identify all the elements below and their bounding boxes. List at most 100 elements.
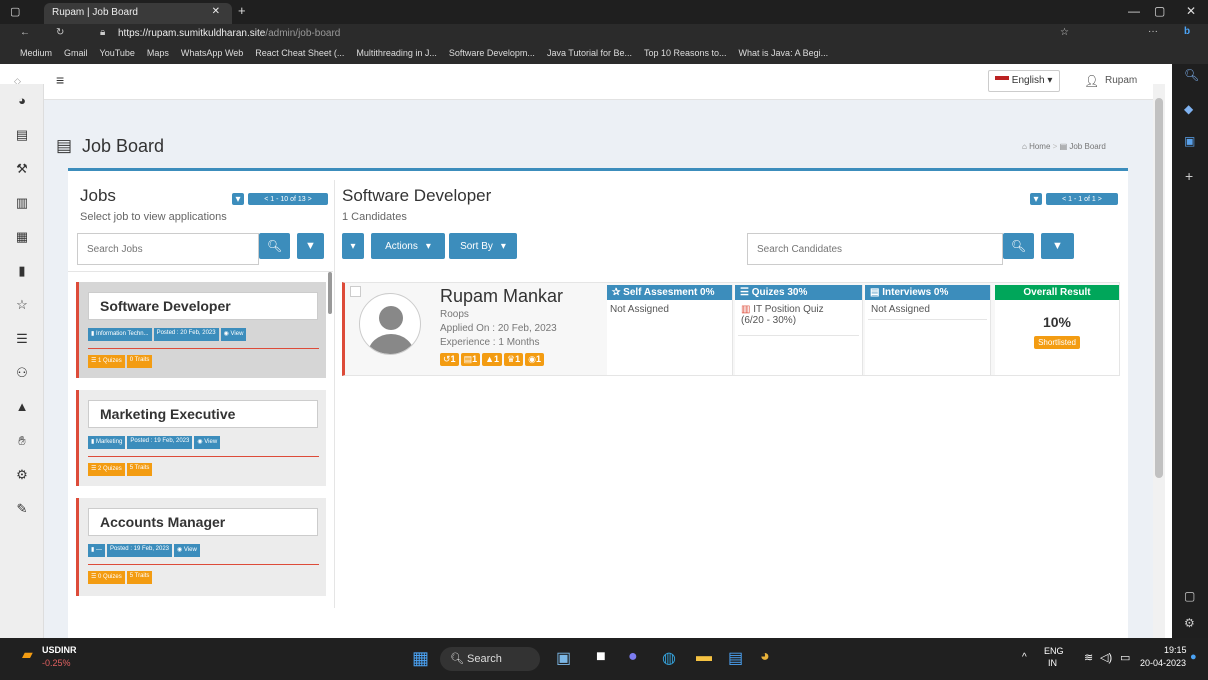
close-window-icon[interactable]: ✕ xyxy=(1186,4,1196,18)
quizzes-col: ☰ Quizes 30% ▥ IT Position Quiz (6/20 - … xyxy=(735,285,863,375)
tray-chevron-icon[interactable]: ^ xyxy=(1022,652,1027,663)
outlook-icon[interactable]: ▣ xyxy=(1184,134,1195,148)
meet-icon[interactable]: ● xyxy=(628,648,638,666)
back-icon[interactable]: ← xyxy=(20,27,30,38)
job-view-link[interactable]: ◉ View xyxy=(174,544,200,557)
tray-lang[interactable]: ENG xyxy=(1044,646,1064,656)
job-card[interactable]: Marketing Executive ▮ Marketing Posted : 1… xyxy=(76,390,326,486)
shopping-icon[interactable]: ◆ xyxy=(1184,102,1193,116)
jobs-filter-caret-button[interactable]: ▾ xyxy=(232,193,244,205)
bookmark-item[interactable]: Gmail xyxy=(64,48,88,58)
bookmark-item[interactable]: Top 10 Reasons to... xyxy=(644,48,727,58)
add-sidebar-icon[interactable]: + xyxy=(1185,168,1193,184)
search-candidates-input[interactable] xyxy=(747,233,1003,265)
bing-icon[interactable]: b xyxy=(1184,26,1190,37)
bookmark-item[interactable]: React Cheat Sheet (... xyxy=(255,48,344,58)
quiz-item[interactable]: ▥ IT Position Quiz (6/20 - 30%) xyxy=(738,300,859,336)
bookmark-item[interactable]: Multithreading in J... xyxy=(356,48,437,58)
overall-result-col: Overall Result 10% Shortlisted xyxy=(995,285,1119,375)
ticker-symbol[interactable]: USDINR xyxy=(42,645,77,655)
job-title[interactable]: Accounts Manager xyxy=(88,508,318,536)
minimize-icon[interactable]: — xyxy=(1128,4,1140,18)
app-sidebar: ◕ ▤ ⚒ ▥ ▦ ▮ ☆ ☰ ⚇ ▲ ✋︎ ⚙ ✎ xyxy=(0,84,44,638)
search-jobs-button[interactable]: 🔍︎ xyxy=(259,233,290,259)
user-avatar-icon[interactable]: 👤︎ xyxy=(1084,74,1099,88)
candidate-card[interactable]: Rupam Mankar Roops Applied On : 20 Feb, … xyxy=(342,282,1120,376)
list-alt-icon[interactable]: ▦ xyxy=(0,220,44,254)
jobs-list-scrollbar[interactable] xyxy=(328,272,332,314)
explorer-icon[interactable]: ▬ xyxy=(696,648,712,666)
select-caret-button[interactable]: ▾ xyxy=(342,233,364,259)
job-card[interactable]: Accounts Manager ▮ — Posted : 19 Feb, 2023… xyxy=(76,498,326,596)
job-board-icon[interactable]: ▤ xyxy=(0,118,44,152)
users-icon[interactable]: ⚇ xyxy=(0,356,44,390)
bookmark-item[interactable]: Java Tutorial for Be... xyxy=(547,48,632,58)
filter-jobs-button[interactable]: ▼ xyxy=(297,233,324,259)
language-dropdown[interactable]: English ▾ xyxy=(988,70,1060,92)
candidate-checkbox[interactable] xyxy=(350,286,361,297)
job-view-link[interactable]: ◉ View xyxy=(194,436,221,449)
restore-icon[interactable]: ▢ xyxy=(1154,4,1165,18)
job-tags: ☰ 1 Quizes 0 Traits xyxy=(88,355,153,368)
search-candidates-button[interactable]: 🔍︎ xyxy=(1003,233,1034,259)
widgets-icon[interactable]: ▣ xyxy=(556,648,571,668)
edit-icon[interactable]: ✎ xyxy=(0,492,44,526)
start-icon[interactable]: ▦ xyxy=(412,648,429,669)
bookmark-item[interactable]: Software Developm... xyxy=(449,48,535,58)
bookmark-item[interactable]: Maps xyxy=(147,48,169,58)
star-icon[interactable]: ☆ xyxy=(0,288,44,322)
settings-icon[interactable]: ⚙ xyxy=(0,458,44,492)
new-tab-icon[interactable]: + xyxy=(238,3,246,18)
wifi-icon[interactable]: ≋ xyxy=(1084,651,1093,664)
jobs-next-button[interactable]: > xyxy=(306,196,312,203)
settings-sidebar-icon[interactable]: ⚙ xyxy=(1184,616,1195,630)
breadcrumb-home[interactable]: Home xyxy=(1029,142,1050,151)
favorites-icon[interactable]: ☆ xyxy=(1060,27,1069,38)
candidates-next-button[interactable]: > xyxy=(1096,196,1102,203)
taskbar-search[interactable]: 🔍︎ Search xyxy=(440,647,540,671)
graduation-icon[interactable]: ▲ xyxy=(0,390,44,424)
sort-by-dropdown[interactable]: Sort By ▾ xyxy=(449,233,517,259)
split-screen-icon[interactable]: ▢ xyxy=(1184,589,1195,603)
bookmark-item[interactable]: YouTube xyxy=(100,48,135,58)
user-name[interactable]: Rupam xyxy=(1105,75,1137,86)
clock-time[interactable]: 19:15 xyxy=(1164,645,1187,655)
menu-toggle-icon[interactable]: ≡ xyxy=(56,72,64,88)
job-card[interactable]: Software Developer ▮ Information Techn...… xyxy=(76,282,326,378)
store-icon[interactable]: ▤ xyxy=(728,648,743,668)
hammer-icon[interactable]: ⚒ xyxy=(0,152,44,186)
filter-candidates-button[interactable]: ▼ xyxy=(1041,233,1074,259)
job-title[interactable]: Marketing Executive xyxy=(88,400,318,428)
battery-icon[interactable]: ▭ xyxy=(1120,651,1130,664)
bookmark-item[interactable]: Medium xyxy=(20,48,52,58)
briefcase-icon[interactable]: ▮ xyxy=(0,254,44,288)
edge-app-icon[interactable]: ◍ xyxy=(662,648,676,668)
volume-icon[interactable]: ◁) xyxy=(1100,651,1112,664)
candidates-pager-label: 1 - 1 of 1 xyxy=(1068,195,1096,203)
job-view-link[interactable]: ◉ View xyxy=(220,328,247,341)
dashboard-icon[interactable]: ◕ xyxy=(0,84,44,118)
scrollbar-thumb[interactable] xyxy=(1155,98,1163,478)
list-icon[interactable]: ☰ xyxy=(0,322,44,356)
search-sidebar-icon[interactable]: 🔍︎ xyxy=(1184,68,1199,82)
more-icon[interactable]: ··· xyxy=(1148,26,1158,37)
search-jobs-input[interactable] xyxy=(77,233,259,265)
task-view-icon[interactable]: ■ xyxy=(596,648,606,666)
browser-tab[interactable]: Rupam | Job Board ✕ xyxy=(44,3,232,24)
candidates-filter-caret-button[interactable]: ▾ xyxy=(1030,193,1042,205)
chrome-icon[interactable]: ◕ xyxy=(760,648,770,666)
tab-actions-icon[interactable]: ▢ xyxy=(10,5,20,18)
breadcrumb: ⌂ Home > ▤ Job Board xyxy=(1022,142,1106,151)
job-title[interactable]: Software Developer xyxy=(88,292,318,320)
building-icon[interactable]: ▥ xyxy=(0,186,44,220)
tab-close-icon[interactable]: ✕ xyxy=(212,6,220,17)
hand-icon[interactable]: ✋︎ xyxy=(0,424,44,458)
url-field[interactable]: https://rupam.sumitkuldharan.site/admin/… xyxy=(118,28,340,39)
bookmark-item[interactable]: WhatsApp Web xyxy=(181,48,243,58)
candidate-name[interactable]: Rupam Mankar xyxy=(440,286,563,307)
refresh-icon[interactable]: ↻ xyxy=(56,27,64,38)
notification-icon[interactable]: ● xyxy=(1190,651,1197,663)
page-scrollbar[interactable] xyxy=(1153,84,1165,638)
actions-dropdown[interactable]: Actions ▾ xyxy=(371,233,445,259)
bookmark-item[interactable]: What is Java: A Begi... xyxy=(739,48,829,58)
